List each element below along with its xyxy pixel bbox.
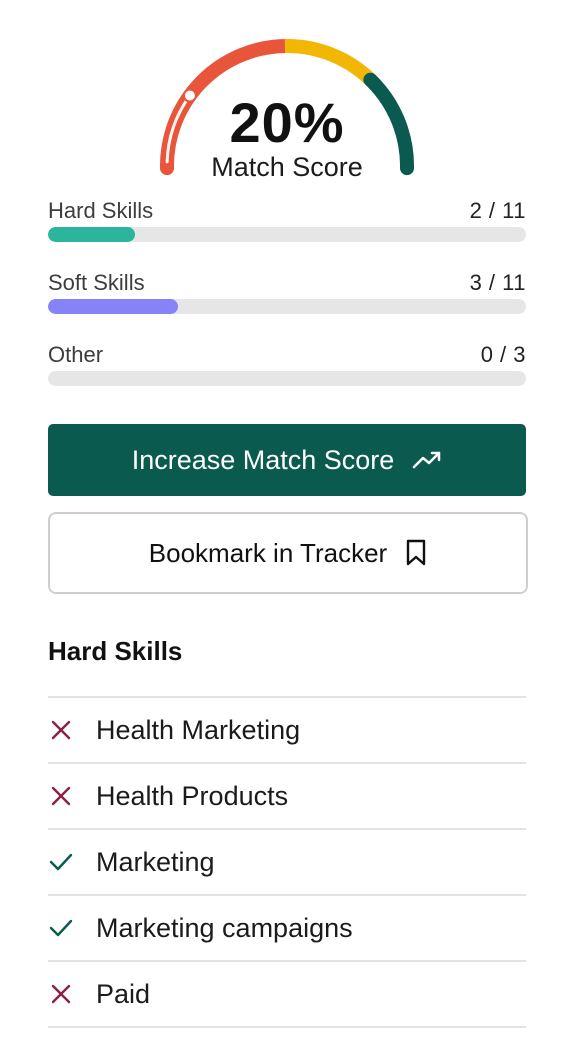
- other-skills-count: 0 / 3: [480, 342, 526, 367]
- soft-skills-count: 3 / 11: [469, 270, 526, 295]
- hard-skills-label: Hard Skills: [48, 198, 154, 223]
- list-item: Marketing: [48, 828, 526, 894]
- hard-skills-list: Health Marketing Health Products Marketi…: [48, 696, 526, 1028]
- list-item: Marketing campaigns: [48, 894, 526, 960]
- soft-skills-bar: [48, 299, 526, 314]
- match-score-label: Match Score: [211, 152, 363, 182]
- soft-skills-label: Soft Skills: [48, 270, 145, 295]
- check-icon: [48, 915, 96, 941]
- skill-item-label: Paid: [96, 978, 151, 1009]
- x-icon: [48, 981, 96, 1007]
- x-icon: [48, 717, 96, 743]
- other-skills-label: Other: [48, 342, 104, 367]
- list-item: Paid: [48, 960, 526, 1028]
- skill-item-label: Health Products: [96, 780, 289, 811]
- hard-skills-bar: [48, 227, 526, 242]
- list-item: Health Products: [48, 762, 526, 828]
- hard-skills-count: 2 / 11: [469, 198, 526, 223]
- other-skills-bar: [48, 371, 526, 386]
- trending-up-icon: [412, 450, 442, 470]
- list-item: Health Marketing: [48, 696, 526, 762]
- soft-skills-progress: Soft Skills 3 / 11: [48, 270, 526, 320]
- increase-match-score-label: Increase Match Score: [131, 444, 395, 475]
- soft-skills-bar-fill: [48, 299, 179, 314]
- bookmark-in-tracker-label: Bookmark in Tracker: [148, 537, 388, 568]
- hard-skills-bar-fill: [48, 227, 135, 242]
- skill-item-label: Marketing campaigns: [96, 912, 353, 943]
- other-skills-progress: Other 0 / 3: [48, 342, 526, 392]
- match-score-gauge: 20% Match Score: [158, 30, 416, 190]
- hard-skills-section-title: Hard Skills: [48, 636, 183, 666]
- bookmark-icon: [405, 539, 427, 567]
- skill-item-label: Marketing: [96, 846, 215, 877]
- increase-match-score-button[interactable]: Increase Match Score: [48, 424, 526, 496]
- check-icon: [48, 849, 96, 875]
- hard-skills-progress: Hard Skills 2 / 11: [48, 198, 526, 248]
- x-icon: [48, 783, 96, 809]
- bookmark-in-tracker-button[interactable]: Bookmark in Tracker: [48, 512, 528, 594]
- skill-item-label: Health Marketing: [96, 714, 301, 745]
- match-score-percent: 20%: [229, 91, 345, 154]
